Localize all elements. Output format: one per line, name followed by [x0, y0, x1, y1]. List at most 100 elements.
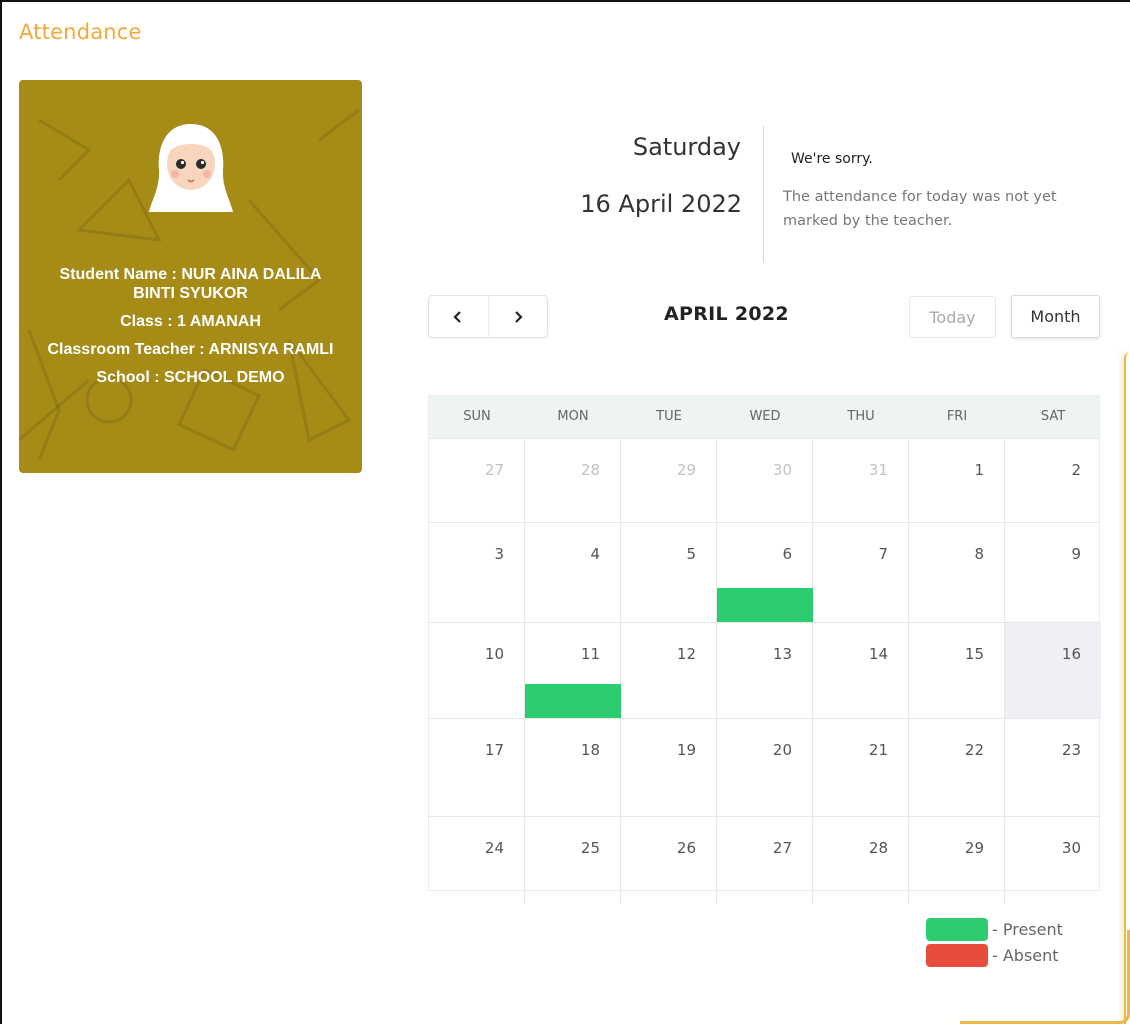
calendar-week-row: 10 11 12 13 14 15 16 [429, 622, 1101, 718]
calendar-day-cell[interactable]: 25 [525, 817, 621, 904]
day-number: 13 [772, 645, 792, 663]
calendar-day-cell[interactable]: 7 [813, 523, 909, 622]
weekday-thu: THU [847, 409, 875, 424]
chevron-right-icon [514, 310, 523, 323]
calendar-day-cell[interactable]: 26 [621, 817, 717, 904]
calendar-body: 27 28 29 30 31 1 2 3 4 5 6 7 8 9 10 11 12 13 14 15 16 17 18 19 2… [429, 438, 1101, 904]
calendar-day-cell[interactable]: 16 [1005, 623, 1101, 718]
today-day-name: Saturday [632, 133, 741, 161]
calendar-day-cell[interactable]: 6 [717, 523, 813, 622]
present-event-bar[interactable] [525, 684, 621, 718]
calendar-day-cell[interactable]: 29 [909, 817, 1005, 904]
student-card: Student Name : NUR AINA DALILA BINTI SYU… [19, 80, 362, 473]
day-number: 2 [1071, 461, 1081, 479]
legend-swatch [926, 917, 988, 941]
calendar-day-cell[interactable]: 24 [429, 817, 525, 904]
today-button[interactable]: Today [909, 296, 996, 338]
month-view-button[interactable]: Month [1011, 295, 1100, 338]
calendar-day-cell[interactable]: 11 [525, 623, 621, 718]
student-class: Class : 1 AMANAH [120, 313, 261, 330]
calendar-day-cell[interactable]: 8 [909, 523, 1005, 622]
calendar-day-cell[interactable]: 13 [717, 623, 813, 718]
day-number: 22 [964, 741, 984, 759]
vertical-divider [763, 126, 764, 263]
day-number: 30 [772, 461, 792, 479]
page-title: Attendance [19, 20, 142, 44]
day-number: 12 [676, 645, 696, 663]
day-number: 27 [484, 461, 504, 479]
day-number: 6 [782, 545, 792, 563]
day-number: 18 [580, 741, 600, 759]
day-number: 1 [974, 461, 984, 479]
day-number: 28 [580, 461, 600, 479]
weekday-tue: TUE [656, 409, 682, 424]
calendar-nav-group [428, 295, 548, 338]
student-avatar [149, 124, 233, 212]
calendar-day-cell[interactable]: 4 [525, 523, 621, 622]
weekday-fri: FRI [946, 409, 968, 424]
day-number: 9 [1071, 545, 1081, 563]
side-accent-border [1124, 352, 1130, 1024]
calendar-day-cell[interactable]: 31 [813, 439, 909, 522]
student-info: Student Name : NUR AINA DALILA BINTI SYU… [37, 265, 344, 396]
day-number: 7 [878, 545, 888, 563]
calendar-day-cell[interactable]: 18 [525, 719, 621, 816]
legend-label: - Present [992, 919, 1063, 939]
calendar-day-cell[interactable]: 20 [717, 719, 813, 816]
day-number: 3 [494, 545, 504, 563]
day-number: 24 [484, 839, 504, 857]
calendar-day-cell[interactable]: 12 [621, 623, 717, 718]
calendar-day-cell[interactable]: 15 [909, 623, 1005, 718]
calendar-day-cell[interactable]: 29 [621, 439, 717, 522]
day-number: 4 [590, 545, 600, 563]
calendar-grid: SUN MON TUE WED THU FRI SAT 27 28 29 30 31 1 2 3 4 5 6 7 8… [428, 395, 1101, 904]
weekday-sat: SAT [1040, 409, 1066, 424]
day-number: 26 [676, 839, 696, 857]
calendar-day-cell[interactable]: 3 [429, 523, 525, 622]
weekday-sun: SUN [463, 409, 491, 424]
calendar-day-cell[interactable]: 19 [621, 719, 717, 816]
next-month-button[interactable] [487, 296, 548, 337]
calendar-day-cell[interactable]: 28 [813, 817, 909, 904]
calendar-day-cell[interactable]: 30 [1005, 817, 1101, 904]
day-number: 25 [580, 839, 600, 857]
calendar-day-cell[interactable]: 23 [1005, 719, 1101, 816]
student-name: Student Name : NUR AINA DALILA BINTI SYU… [59, 266, 322, 302]
day-number: 14 [868, 645, 888, 663]
day-number: 20 [772, 741, 792, 759]
calendar-day-cell[interactable]: 1 [909, 439, 1005, 522]
calendar-day-cell[interactable]: 28 [525, 439, 621, 522]
legend-item: - Present [926, 916, 1063, 942]
day-number: 15 [964, 645, 984, 663]
present-event-bar[interactable] [717, 588, 813, 622]
student-school: School : SCHOOL DEMO [96, 369, 285, 386]
legend-swatch [926, 943, 988, 967]
calendar-day-cell[interactable]: 5 [621, 523, 717, 622]
day-number: 19 [676, 741, 696, 759]
today-date: 16 April 2022 [580, 190, 742, 218]
attendance-legend: - Present - Absent [926, 916, 1063, 968]
calendar-day-cell[interactable]: 2 [1005, 439, 1101, 522]
calendar-day-cell[interactable]: 21 [813, 719, 909, 816]
calendar-day-cell[interactable]: 10 [429, 623, 525, 718]
day-number: 29 [676, 461, 696, 479]
day-number: 10 [484, 645, 504, 663]
calendar-day-cell[interactable]: 14 [813, 623, 909, 718]
calendar-day-cell[interactable]: 22 [909, 719, 1005, 816]
day-number: 5 [686, 545, 696, 563]
calendar-week-row: 3 4 5 6 7 8 9 [429, 522, 1099, 622]
day-number: 31 [868, 461, 888, 479]
prev-month-button[interactable] [429, 296, 488, 337]
day-number: 17 [484, 741, 504, 759]
calendar-day-cell[interactable]: 9 [1005, 523, 1101, 622]
legend-item: - Absent [926, 942, 1063, 968]
day-number: 11 [580, 645, 600, 663]
day-number: 16 [1061, 645, 1081, 663]
calendar-day-cell[interactable]: 17 [429, 719, 525, 816]
day-number: 8 [974, 545, 984, 563]
calendar-weekday-header: SUN MON TUE WED THU FRI SAT [429, 395, 1099, 438]
calendar-day-cell[interactable]: 27 [429, 439, 525, 522]
calendar-day-cell[interactable]: 30 [717, 439, 813, 522]
day-number: 30 [1061, 839, 1081, 857]
calendar-day-cell[interactable]: 27 [717, 817, 813, 904]
